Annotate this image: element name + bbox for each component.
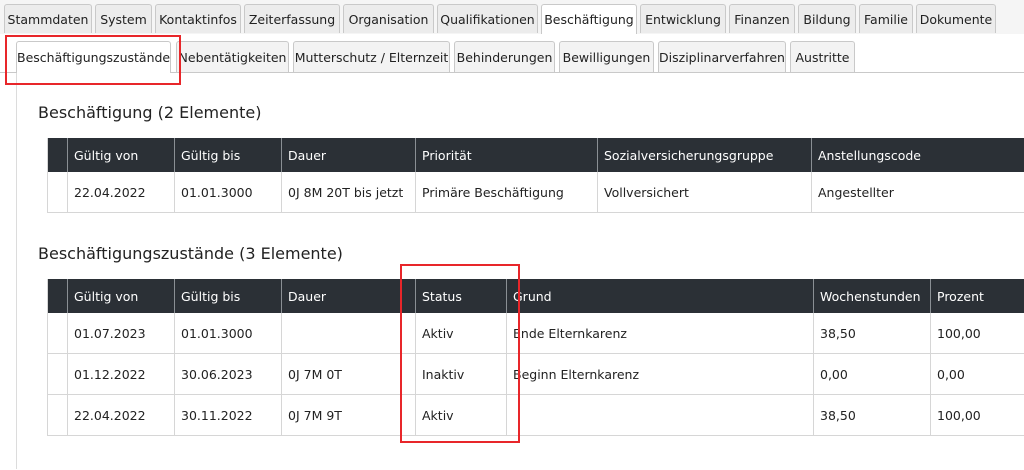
col-anstellungscode[interactable]: Anstellungscode — [811, 138, 1024, 172]
states-table: Gültig von Gültig bis Dauer Status Grund… — [47, 279, 1024, 436]
cell-prozent: 100,00 — [930, 394, 1024, 436]
col-prozent[interactable]: Prozent — [930, 279, 1024, 313]
cell-prozent: 0,00 — [930, 353, 1024, 395]
row-selector[interactable] — [47, 353, 68, 395]
tab-beschaeftigung[interactable]: Beschäftigung — [541, 4, 637, 35]
cell-dauer: 0J 7M 9T — [281, 394, 416, 436]
cell-dauer: 0J 8M 20T bis jetzt — [281, 172, 416, 213]
cell-wochenstunden: 0,00 — [813, 353, 931, 395]
row-selector[interactable] — [47, 394, 68, 436]
tab-familie[interactable]: Familie — [859, 4, 913, 33]
states-header-row: Gültig von Gültig bis Dauer Status Grund… — [47, 279, 1024, 313]
cell-gueltig-von: 22.04.2022 — [67, 394, 175, 436]
cell-sozialversicherungsgruppe: Vollversichert — [597, 172, 812, 213]
row-selector[interactable] — [47, 313, 68, 354]
cell-grund: Ende Elternkarenz — [506, 313, 814, 354]
subtab-beschaeftigungszustaende[interactable]: Beschäftigungszustände — [16, 41, 171, 73]
col-status[interactable]: Status — [415, 279, 507, 313]
table-row[interactable]: 22.04.2022 30.11.2022 0J 7M 9T Aktiv 38,… — [47, 394, 1024, 436]
cell-gueltig-von: 01.07.2023 — [67, 313, 175, 354]
cell-prioritaet: Primäre Beschäftigung — [415, 172, 598, 213]
content-area: Beschäftigungszustände Nebentätigkeiten … — [0, 34, 1024, 470]
tab-finanzen[interactable]: Finanzen — [729, 4, 795, 33]
subtab-bewilligungen[interactable]: Bewilligungen — [559, 41, 654, 72]
col-wochenstunden[interactable]: Wochenstunden — [813, 279, 931, 313]
sub-tab-bar: Beschäftigungszustände Nebentätigkeiten … — [0, 34, 1024, 73]
cell-gueltig-von: 01.12.2022 — [67, 353, 175, 395]
col-gueltig-von[interactable]: Gültig von — [67, 279, 175, 313]
employment-table: Gültig von Gültig bis Dauer Priorität So… — [47, 138, 1024, 213]
col-prioritaet[interactable]: Priorität — [415, 138, 598, 172]
col-grund[interactable]: Grund — [506, 279, 814, 313]
col-dauer[interactable]: Dauer — [281, 279, 416, 313]
cell-prozent: 100,00 — [930, 313, 1024, 354]
table-row[interactable]: 01.07.2023 01.01.3000 Aktiv Ende Elternk… — [47, 313, 1024, 354]
cell-gueltig-bis: 01.01.3000 — [174, 172, 282, 213]
col-gueltig-bis[interactable]: Gültig bis — [174, 279, 282, 313]
tab-dokumente[interactable]: Dokumente — [916, 4, 996, 33]
tab-zeiterfassung[interactable]: Zeiterfassung — [244, 4, 340, 33]
cell-gueltig-bis: 30.11.2022 — [174, 394, 282, 436]
subtab-behinderungen[interactable]: Behinderungen — [454, 41, 555, 72]
cell-grund: Beginn Elternkarenz — [506, 353, 814, 395]
employment-header-row: Gültig von Gültig bis Dauer Priorität So… — [47, 138, 1024, 172]
employment-section-title: Beschäftigung (2 Elemente) — [38, 103, 262, 122]
subtab-austritte[interactable]: Austritte — [790, 41, 855, 72]
col-gueltig-bis[interactable]: Gültig bis — [174, 138, 282, 172]
col-dauer[interactable]: Dauer — [281, 138, 416, 172]
content-left-border — [16, 69, 17, 469]
cell-gueltig-von: 22.04.2022 — [67, 172, 175, 213]
cell-dauer: 0J 7M 0T — [281, 353, 416, 395]
cell-wochenstunden: 38,50 — [813, 394, 931, 436]
tab-system[interactable]: System — [95, 4, 152, 33]
tab-stammdaten[interactable]: Stammdaten — [4, 4, 92, 33]
cell-anstellungscode: Angestellter — [811, 172, 1024, 213]
table-row[interactable]: 22.04.2022 01.01.3000 0J 8M 20T bis jetz… — [47, 172, 1024, 213]
row-selector-header — [47, 138, 68, 172]
subtab-nebentaetigkeiten[interactable]: Nebentätigkeiten — [176, 41, 289, 72]
tab-kontaktinfos[interactable]: Kontaktinfos — [155, 4, 241, 33]
cell-wochenstunden: 38,50 — [813, 313, 931, 354]
table-row[interactable]: 01.12.2022 30.06.2023 0J 7M 0T Inaktiv B… — [47, 353, 1024, 395]
tab-organisation[interactable]: Organisation — [343, 4, 434, 33]
cell-gueltig-bis: 01.01.3000 — [174, 313, 282, 354]
states-section-title: Beschäftigungszustände (3 Elemente) — [38, 244, 343, 263]
row-selector-header — [47, 279, 68, 313]
col-sozialversicherungsgruppe[interactable]: Sozialversicherungsgruppe — [597, 138, 812, 172]
tab-entwicklung[interactable]: Entwicklung — [640, 4, 726, 33]
cell-status: Aktiv — [415, 394, 507, 436]
row-selector[interactable] — [47, 172, 68, 213]
col-gueltig-von[interactable]: Gültig von — [67, 138, 175, 172]
cell-dauer — [281, 313, 416, 354]
main-tab-bar: Stammdaten System Kontaktinfos Zeiterfas… — [0, 0, 1024, 35]
tab-bildung[interactable]: Bildung — [798, 4, 856, 33]
cell-grund — [506, 394, 814, 436]
cell-status: Inaktiv — [415, 353, 507, 395]
cell-status: Aktiv — [415, 313, 507, 354]
subtab-disziplinarverfahren[interactable]: Disziplinarverfahren — [658, 41, 786, 72]
tab-qualifikationen[interactable]: Qualifikationen — [437, 4, 538, 33]
cell-gueltig-bis: 30.06.2023 — [174, 353, 282, 395]
subtab-mutterschutz[interactable]: Mutterschutz / Elternzeit — [293, 41, 450, 72]
